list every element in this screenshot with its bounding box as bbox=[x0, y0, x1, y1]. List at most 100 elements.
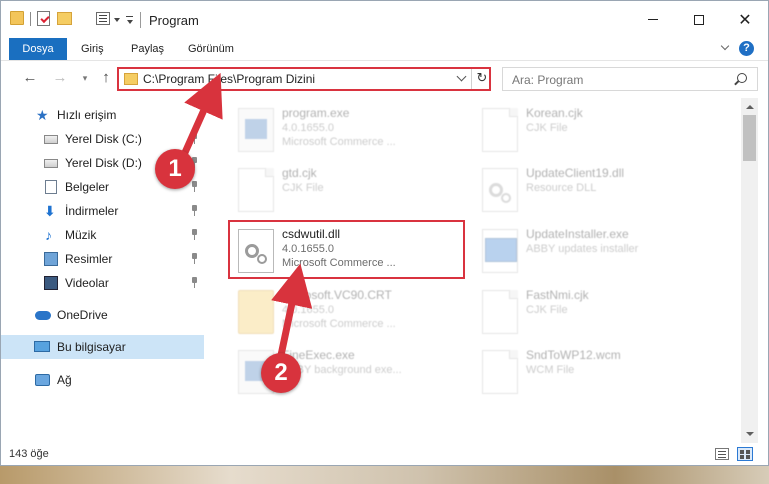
sidebar-item-label: Müzik bbox=[65, 228, 97, 242]
address-divider bbox=[471, 69, 472, 89]
file-name: Microsoft.VC90.CRT bbox=[282, 288, 392, 302]
file-name: FastNmi.cjk bbox=[526, 288, 589, 302]
pin-icon[interactable] bbox=[190, 133, 199, 145]
search-icon[interactable] bbox=[737, 73, 747, 83]
file-type: CJK File bbox=[282, 182, 324, 194]
file-name: SndToWP12.wcm bbox=[526, 348, 621, 362]
file-name: gtd.cjk bbox=[282, 166, 317, 180]
pin-icon[interactable] bbox=[190, 229, 199, 241]
scrollbar-thumb[interactable] bbox=[743, 115, 756, 161]
file-type: CJK File bbox=[526, 304, 568, 316]
tab-share[interactable]: Paylaş bbox=[121, 38, 174, 60]
file-tile[interactable]: gtd.cjk CJK File bbox=[232, 162, 472, 218]
file-type: CJK File bbox=[526, 122, 568, 134]
exe-file-icon bbox=[238, 108, 274, 152]
sidebar-item-label: Belgeler bbox=[65, 180, 110, 194]
sidebar-item-network[interactable]: Ağ bbox=[1, 368, 204, 392]
sidebar-item-onedrive[interactable]: OneDrive bbox=[1, 303, 204, 327]
file-name: program.exe bbox=[282, 106, 350, 120]
sidebar-item-this-pc[interactable]: Bu bilgisayar bbox=[1, 335, 204, 359]
minimize-button[interactable] bbox=[630, 1, 676, 38]
file-version: 4.0.1655.0 bbox=[282, 122, 334, 134]
close-icon: ✕ bbox=[738, 11, 752, 29]
recent-locations-icon[interactable]: ▾ bbox=[76, 69, 94, 87]
tiles-view-icon[interactable] bbox=[737, 447, 753, 461]
chevron-down-icon[interactable] bbox=[114, 18, 120, 22]
videos-icon bbox=[44, 276, 58, 290]
step-callout: 2 bbox=[261, 353, 301, 393]
generic-file-icon bbox=[482, 290, 518, 334]
customize-toolbar-icon[interactable] bbox=[126, 16, 133, 17]
file-company: Microsoft Commerce ... bbox=[282, 136, 396, 148]
file-tile[interactable]: UpdateClient19.dll Resource DLL bbox=[476, 162, 716, 218]
pin-icon[interactable] bbox=[190, 253, 199, 265]
address-bar[interactable]: C:\Program Files\Program Dizini ↻ bbox=[117, 67, 491, 91]
sidebar-item-pictures[interactable]: Resimler bbox=[1, 247, 204, 271]
documents-icon bbox=[45, 180, 57, 194]
title-divider bbox=[140, 12, 141, 28]
sidebar-item-label: Yerel Disk (D:) bbox=[65, 156, 142, 170]
download-icon: ⬇ bbox=[44, 203, 56, 219]
sidebar-item-label: Bu bilgisayar bbox=[57, 340, 126, 354]
scroll-down-icon[interactable] bbox=[741, 426, 758, 443]
folder-icon[interactable] bbox=[10, 11, 24, 25]
expand-ribbon-icon[interactable] bbox=[720, 43, 730, 53]
file-company: Microsoft Commerce ... bbox=[282, 318, 396, 330]
sidebar-item-label: Hızlı erişim bbox=[57, 108, 117, 122]
tab-home[interactable]: Giriş bbox=[71, 38, 114, 60]
address-path[interactable]: C:\Program Files\Program Dizini bbox=[143, 72, 315, 86]
scroll-up-icon[interactable] bbox=[741, 98, 758, 115]
maximize-button[interactable] bbox=[676, 1, 722, 38]
search-input[interactable]: Ara: Program bbox=[502, 67, 758, 91]
vertical-scrollbar[interactable] bbox=[741, 98, 758, 443]
title-bar: Program ✕ bbox=[1, 1, 768, 38]
file-tile[interactable]: Korean.cjk CJK File bbox=[476, 102, 716, 158]
drive-icon bbox=[44, 135, 58, 144]
new-folder-icon[interactable] bbox=[57, 12, 72, 25]
dll-file-icon bbox=[482, 168, 518, 212]
file-tile[interactable]: program.exe 4.0.1655.0 Microsoft Commerc… bbox=[232, 102, 472, 158]
file-tile[interactable]: UpdateInstaller.exe ABBY updates install… bbox=[476, 223, 716, 279]
help-icon[interactable]: ? bbox=[739, 41, 754, 56]
pin-icon[interactable] bbox=[190, 205, 199, 217]
file-name: UpdateInstaller.exe bbox=[526, 227, 629, 241]
sidebar-item-label: Yerel Disk (C:) bbox=[65, 132, 142, 146]
sidebar-item-label: OneDrive bbox=[57, 308, 108, 322]
desktop-background bbox=[0, 466, 769, 484]
pin-icon[interactable] bbox=[190, 277, 199, 289]
file-type: WCM File bbox=[526, 364, 575, 376]
sidebar-item-videos[interactable]: Videolar bbox=[1, 271, 204, 295]
file-tile[interactable]: Microsoft.VC90.CRT 4.0.1655.0 Microsoft … bbox=[232, 284, 472, 340]
generic-file-icon bbox=[482, 108, 518, 152]
file-tile[interactable]: FastNmi.cjk CJK File bbox=[476, 284, 716, 340]
sidebar-item-label: Resimler bbox=[65, 252, 113, 266]
file-version: 4.0.1655.0 bbox=[282, 304, 334, 316]
pin-icon[interactable] bbox=[190, 181, 199, 193]
properties-check-icon[interactable] bbox=[37, 11, 50, 26]
refresh-icon[interactable]: ↻ bbox=[475, 70, 489, 86]
sidebar-item-music[interactable]: ♪ Müzik bbox=[1, 223, 204, 247]
file-name: Korean.cjk bbox=[526, 106, 583, 120]
up-arrow-icon[interactable]: ↑ bbox=[97, 69, 115, 87]
tab-view[interactable]: Görünüm bbox=[178, 38, 244, 60]
sidebar-item-label: Ağ bbox=[57, 373, 72, 387]
tab-file[interactable]: Dosya bbox=[9, 38, 67, 60]
details-view-icon[interactable] bbox=[715, 448, 729, 460]
folder-icon bbox=[124, 73, 138, 85]
folder-icon bbox=[238, 290, 274, 334]
forward-arrow-icon[interactable]: → bbox=[51, 69, 69, 87]
customize-toolbar-arrow-icon[interactable] bbox=[127, 20, 133, 24]
network-icon bbox=[35, 374, 50, 386]
close-button[interactable]: ✕ bbox=[722, 1, 768, 38]
sidebar-item-disk-c[interactable]: Yerel Disk (C:) bbox=[1, 127, 204, 151]
quick-access-properties-icon[interactable] bbox=[96, 12, 110, 25]
sidebar-item-quick-access[interactable]: ★ Hızlı erişim bbox=[1, 103, 204, 127]
file-tile[interactable]: SndToWP12.wcm WCM File bbox=[476, 344, 716, 400]
sidebar-item-downloads[interactable]: ⬇ İndirmeler bbox=[1, 199, 204, 223]
step-callout: 1 bbox=[155, 149, 195, 189]
search-placeholder: Ara: Program bbox=[512, 73, 584, 87]
back-arrow-icon[interactable]: ← bbox=[21, 69, 39, 87]
address-dropdown-icon[interactable] bbox=[456, 73, 468, 85]
installer-icon bbox=[482, 229, 518, 273]
status-bar: 143 öğe bbox=[1, 443, 768, 465]
